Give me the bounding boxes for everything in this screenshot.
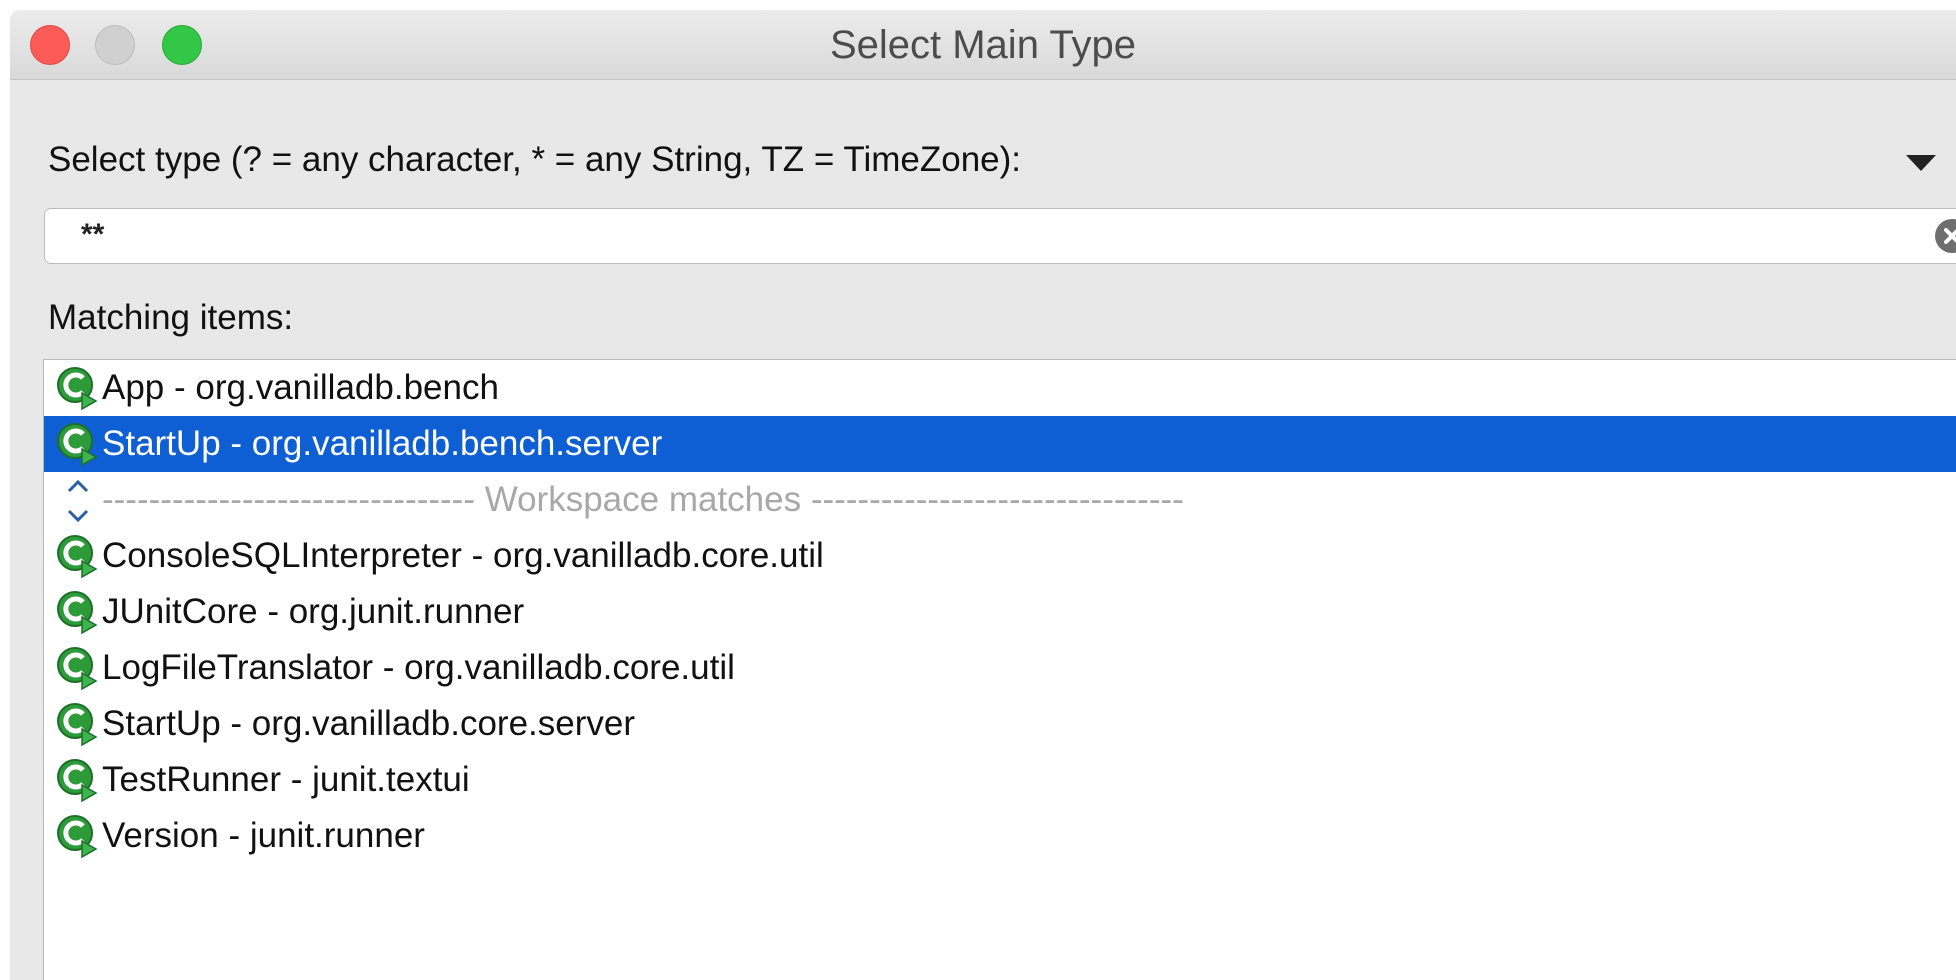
main-class-icon: [57, 815, 98, 859]
chevron-down-icon[interactable]: [64, 506, 92, 526]
list-item[interactable]: JUnitCore - org.junit.runner: [44, 584, 1956, 640]
matching-items-label: Matching items:: [48, 298, 294, 337]
list-item[interactable]: Version - junit.runner: [44, 808, 1956, 864]
main-class-icon: [57, 423, 98, 467]
list-item-label: App - org.vanilladb.bench: [102, 368, 499, 407]
list-item-label: TestRunner - junit.textui: [102, 760, 470, 799]
title-bar: Select Main Type: [10, 10, 1956, 80]
list-item-selected[interactable]: StartUp - org.vanilladb.bench.server: [44, 416, 1956, 472]
view-menu-icon[interactable]: [1906, 155, 1936, 171]
list-item[interactable]: App - org.vanilladb.bench: [44, 360, 1956, 416]
window-title: Select Main Type: [829, 23, 1137, 67]
select-main-type-dialog: Select Main Type Select type (? = any ch…: [10, 10, 1956, 980]
matching-items-list[interactable]: App - org.vanilladb.bench StartUp - org.…: [43, 359, 1956, 980]
clear-circle-icon[interactable]: [1935, 219, 1956, 253]
chevron-up-icon[interactable]: [64, 476, 92, 496]
main-class-icon: [57, 703, 98, 747]
list-item-label: JUnitCore - org.junit.runner: [102, 592, 525, 631]
search-field[interactable]: [44, 208, 1956, 264]
list-item-label: StartUp - org.vanilladb.bench.server: [102, 424, 663, 463]
list-item-label: Version - junit.runner: [102, 816, 425, 855]
main-class-icon: [57, 535, 98, 579]
main-class-icon: [57, 591, 98, 635]
list-item-label: ConsoleSQLInterpreter - org.vanilladb.co…: [102, 536, 824, 575]
search-input[interactable]: [61, 211, 1941, 259]
list-item[interactable]: LogFileTranslator - org.vanilladb.core.u…: [44, 640, 1956, 696]
workspace-matches-separator: -------------------------------- Workspa…: [44, 472, 1956, 528]
list-item[interactable]: TestRunner - junit.textui: [44, 752, 1956, 808]
separator-label: -------------------------------- Workspa…: [102, 480, 1184, 519]
list-item-label: StartUp - org.vanilladb.core.server: [102, 704, 635, 743]
main-class-icon: [57, 367, 98, 411]
list-item-label: LogFileTranslator - org.vanilladb.core.u…: [102, 648, 735, 687]
list-item[interactable]: StartUp - org.vanilladb.core.server: [44, 696, 1956, 752]
main-class-icon: [57, 647, 98, 691]
select-type-label: Select type (? = any character, * = any …: [48, 140, 1022, 179]
main-class-icon: [57, 759, 98, 803]
list-item[interactable]: ConsoleSQLInterpreter - org.vanilladb.co…: [44, 528, 1956, 584]
